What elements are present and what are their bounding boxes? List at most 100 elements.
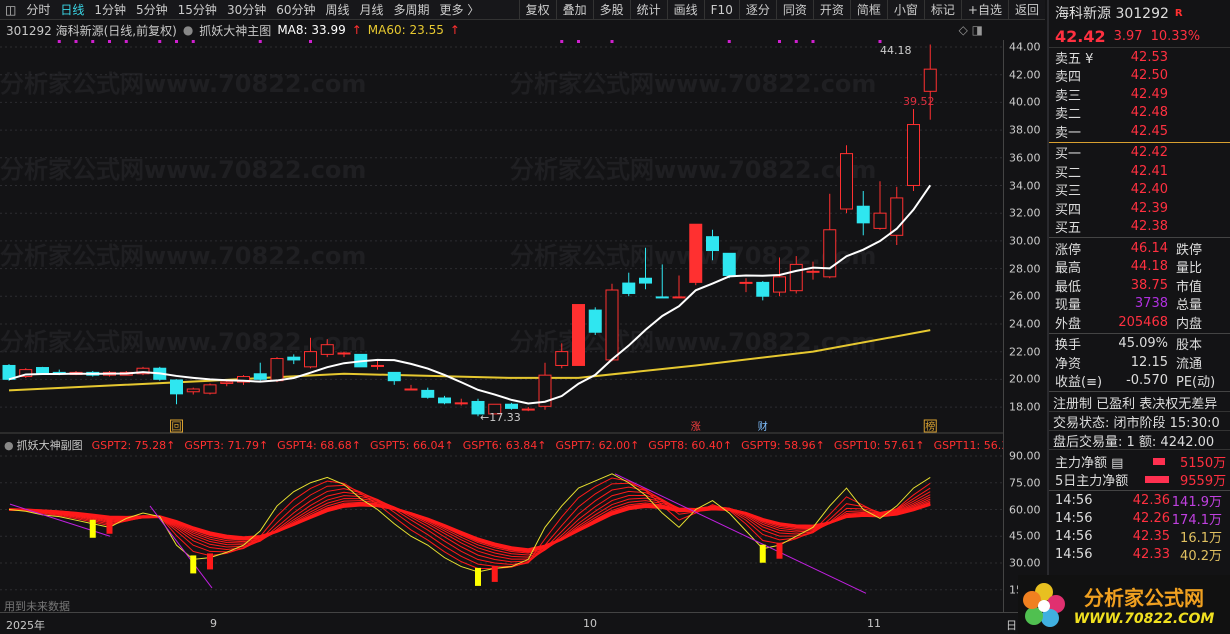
event-marker-label: 涨 <box>691 421 701 433</box>
price-change: 3.97 <box>1113 29 1143 44</box>
sub-tick: 30.00 <box>1009 556 1041 570</box>
trend-line <box>149 505 213 589</box>
row-label: PE(动) <box>1176 375 1216 391</box>
tick-row: 14:56 42.36 141.9万 <box>1049 491 1230 510</box>
quote-row: 最高 44.18 量比 <box>1049 258 1230 277</box>
candle-body <box>203 384 217 394</box>
signal-dot <box>191 40 195 43</box>
sub-indicator-name[interactable]: 抓妖大神副图 <box>17 437 83 453</box>
candle-body <box>572 304 585 366</box>
toolbar-button[interactable]: 返回 <box>1007 0 1045 19</box>
confirm-signal-bar <box>776 542 783 559</box>
row-label: 跌停 <box>1176 242 1203 258</box>
row-label: 总量 <box>1176 298 1203 314</box>
quote-row: 卖四 42.50 <box>1049 67 1230 85</box>
signal-dot <box>878 40 882 43</box>
row-label: 换手 <box>1055 338 1082 354</box>
row-label: 净资 <box>1055 356 1082 372</box>
row-label: 现量 <box>1055 298 1082 314</box>
price-axis: 44.00 42.00 40.00 38.00 36.00 34.00 32.00 30.00… <box>1003 40 1047 612</box>
quote-row: 买五 42.38 <box>1049 218 1230 237</box>
candle-body <box>756 281 770 297</box>
date-label: 2025年 <box>6 619 45 632</box>
price-tick: 20.00 <box>1009 372 1041 386</box>
candle-body <box>220 381 234 384</box>
sub-tick: 75.00 <box>1009 476 1041 490</box>
event-marker-label: 回 <box>172 421 182 433</box>
price-tick: 42.00 <box>1009 68 1041 82</box>
confirm-signal-bar <box>106 517 113 534</box>
sub-chart-info: ● 抓妖大神副图 GSPT2: 75.28↑ GSPT3: 71.79↑ GSPT4… <box>0 437 1003 453</box>
event-marker-label: 榜 <box>925 420 935 433</box>
signal-dot <box>91 40 95 43</box>
signal-dot <box>258 40 262 43</box>
low-label: ←17.33 <box>480 411 521 424</box>
candle-body <box>253 373 267 380</box>
quote-row: 现量 3738 总量 <box>1049 295 1230 314</box>
gspt-value: GSPT4: 68.68↑ <box>277 438 361 452</box>
quote-row: 净资 12.15 流通 <box>1049 353 1230 372</box>
candle-body <box>320 344 334 355</box>
candle-body <box>287 356 301 361</box>
tick-time: 14:56 <box>1055 546 1093 562</box>
row-label: 买五 <box>1055 221 1082 237</box>
candle-body <box>639 277 652 284</box>
candle-body <box>739 281 753 284</box>
price-tick: 28.00 <box>1009 262 1041 276</box>
candle-body <box>806 270 820 273</box>
signal-dot <box>309 40 312 43</box>
price-tick: 44.00 <box>1009 40 1041 54</box>
row-value: 42.48 <box>1130 105 1168 121</box>
date-label: 11 <box>867 617 881 630</box>
candle-body <box>655 296 669 299</box>
sub-tick: 90.00 <box>1009 449 1041 463</box>
candle-body <box>722 252 736 276</box>
row-value: 3738 <box>1134 296 1168 312</box>
signal-dot <box>175 40 178 43</box>
candle-body <box>454 402 468 405</box>
row-label: 卖一 <box>1055 125 1082 141</box>
quote-row: 涨停 46.14 跌停 <box>1049 239 1230 258</box>
quote-row: 卖一 42.45 <box>1049 122 1230 141</box>
row-label: 量比 <box>1176 261 1203 277</box>
signal-dot <box>108 40 111 43</box>
quote-row: 买三 42.40 <box>1049 181 1230 200</box>
price-tick: 32.00 <box>1009 206 1041 220</box>
candle-body <box>823 229 837 278</box>
candle-body <box>186 388 200 393</box>
gspt1-line <box>8 473 931 573</box>
price-chart[interactable]: 44.18 39.52 ←17.33 回 涨 财 榜 <box>0 0 1003 612</box>
quote-row: 最低 38.75 市值 <box>1049 276 1230 295</box>
tick-volume: 16.1万 <box>1180 530 1222 546</box>
price-pct: 10.33% <box>1150 29 1201 44</box>
indicator-dropdown-icon[interactable]: ● <box>4 439 14 452</box>
row-label: 买三 <box>1055 184 1082 200</box>
tick-price: 42.26 <box>1132 510 1170 526</box>
tick-price: 42.35 <box>1132 528 1170 544</box>
row-value: 42.42 <box>1130 145 1168 161</box>
tick-volume: 174.1万 <box>1171 512 1222 528</box>
gspt-value: GSPT3: 71.79↑ <box>184 438 269 452</box>
candle-body <box>270 358 284 382</box>
date-axis: 2025年 9 10 11 日 <box>0 612 1045 634</box>
candle-body <box>505 403 518 409</box>
after-hours: 盘后交易量: 1 额: 4242.00 <box>1049 431 1230 450</box>
sub-tick: 45.00 <box>1009 529 1041 543</box>
row-value: -0.570 <box>1126 373 1168 389</box>
gspt-value: GSPT2: 75.28↑ <box>91 438 176 452</box>
row-label: 最低 <box>1055 279 1082 295</box>
tick-volume: 40.2万 <box>1180 548 1222 564</box>
row-label: 流通 <box>1176 356 1203 372</box>
tick-price: 42.33 <box>1132 546 1170 562</box>
quote-panel: 海科新源 301292 R 42.42 3.97 10.33% 卖五 ¥ 42.53 卖四… <box>1047 0 1230 634</box>
tick-time: 14:56 <box>1055 492 1093 508</box>
tick-row: 14:56 42.33 40.2万 <box>1049 545 1230 564</box>
gspt-value: GSPT6: 63.84↑ <box>462 438 547 452</box>
candle-body <box>689 223 703 283</box>
signal-dot <box>610 40 614 43</box>
logo-url: WWW.70822.COM <box>1073 611 1215 627</box>
candle-body <box>873 212 887 229</box>
flow-bar <box>1153 457 1165 465</box>
signal-dot <box>811 40 815 43</box>
row-label: 卖五 ¥ <box>1055 51 1094 67</box>
